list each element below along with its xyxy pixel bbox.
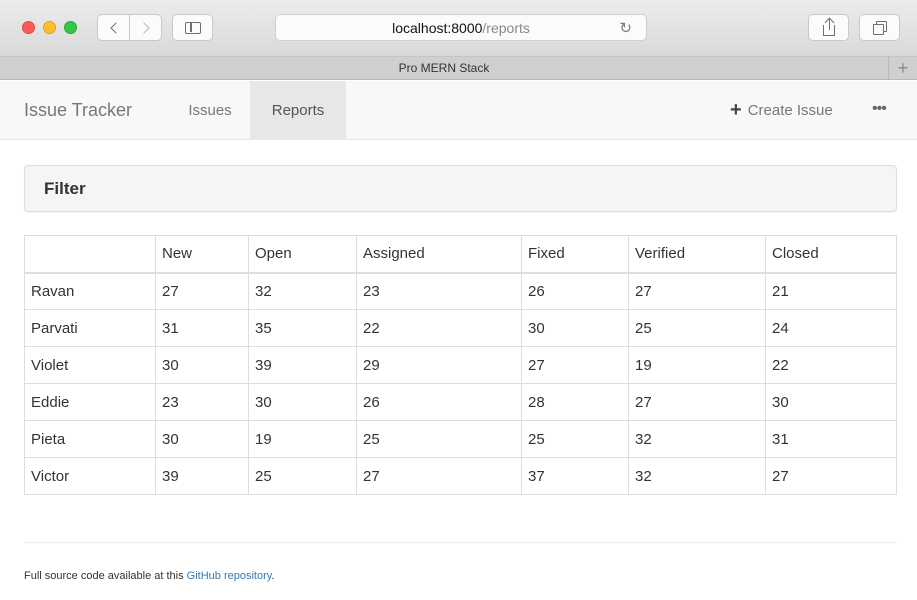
cell-fixed: 37 (521, 457, 629, 495)
cell-new: 30 (155, 420, 249, 458)
cell-verified: 25 (628, 309, 766, 347)
table-row: Pieta 30 19 25 25 32 31 (24, 420, 897, 458)
plus-icon: + (897, 58, 909, 78)
row-owner: Violet (24, 346, 156, 384)
url-path: /reports (482, 19, 530, 36)
chevron-left-icon (109, 21, 122, 34)
cell-fixed: 26 (521, 272, 629, 310)
cell-open: 35 (248, 309, 357, 347)
footer-divider (24, 542, 897, 543)
table-row: Ravan 27 32 23 26 27 21 (24, 272, 897, 310)
sidebar-icon (185, 22, 201, 34)
table-row: Violet 30 39 29 27 19 22 (24, 346, 897, 384)
table-header-new: New (155, 235, 249, 274)
cell-closed: 27 (765, 457, 897, 495)
cell-open: 19 (248, 420, 357, 458)
reload-icon[interactable]: ↻ (619, 19, 632, 37)
table-header-assigned: Assigned (356, 235, 522, 274)
table-header-closed: Closed (765, 235, 897, 274)
chevron-right-icon (137, 21, 150, 34)
sidebar-toggle-button[interactable] (172, 14, 213, 41)
cell-closed: 31 (765, 420, 897, 458)
cell-new: 30 (155, 346, 249, 384)
table-row: Eddie 23 30 26 28 27 30 (24, 383, 897, 421)
nav-item-reports[interactable]: Reports (250, 81, 346, 140)
cell-new: 31 (155, 309, 249, 347)
more-options-icon[interactable]: ••• (872, 81, 887, 140)
cell-assigned: 23 (356, 272, 522, 310)
table-header-open: Open (248, 235, 357, 274)
cell-verified: 32 (628, 420, 766, 458)
brand-title[interactable]: Issue Tracker (24, 81, 132, 140)
browser-titlebar: localhost:8000/reports ↻ (0, 0, 917, 57)
filter-title[interactable]: Filter (44, 166, 86, 211)
table-row: Victor 39 25 27 37 32 27 (24, 457, 897, 495)
table-row: Parvati 31 35 22 30 25 24 (24, 309, 897, 347)
cell-verified: 19 (628, 346, 766, 384)
cell-verified: 32 (628, 457, 766, 495)
cell-closed: 24 (765, 309, 897, 347)
cell-fixed: 28 (521, 383, 629, 421)
plus-icon: + (730, 99, 742, 121)
zoom-window-button[interactable] (64, 21, 77, 34)
nav-item-issues[interactable]: Issues (172, 81, 248, 140)
github-link[interactable]: GitHub repository (187, 570, 272, 582)
tab-title[interactable]: Pro MERN Stack (0, 57, 888, 80)
cell-open: 39 (248, 346, 357, 384)
cell-new: 27 (155, 272, 249, 310)
filter-panel[interactable]: Filter (24, 165, 897, 212)
share-arrow-icon (828, 19, 830, 30)
cell-new: 39 (155, 457, 249, 495)
forward-button[interactable] (130, 15, 161, 40)
table-header-row: New Open Assigned Fixed Verified Closed (24, 235, 897, 274)
minimize-window-button[interactable] (43, 21, 56, 34)
footer: Full source code available at this GitHu… (24, 570, 275, 582)
table-header-owner (24, 235, 156, 274)
cell-open: 32 (248, 272, 357, 310)
show-tabs-button[interactable] (859, 14, 900, 41)
cell-closed: 22 (765, 346, 897, 384)
footer-text: Full source code available at this (24, 570, 184, 582)
create-issue-label: Create Issue (747, 102, 833, 119)
cell-closed: 21 (765, 272, 897, 310)
cell-closed: 30 (765, 383, 897, 421)
footer-period: . (271, 570, 275, 582)
url-host: localhost:8000 (392, 19, 483, 36)
table-header-verified: Verified (628, 235, 766, 274)
address-bar[interactable]: localhost:8000/reports ↻ (275, 14, 647, 41)
history-nav (97, 14, 162, 41)
row-owner: Parvati (24, 309, 156, 347)
cell-verified: 27 (628, 383, 766, 421)
back-button[interactable] (98, 15, 130, 40)
cell-open: 30 (248, 383, 357, 421)
tab-bar: Pro MERN Stack + (0, 57, 917, 80)
cell-assigned: 25 (356, 420, 522, 458)
tabs-icon-back (873, 24, 884, 35)
cell-fixed: 27 (521, 346, 629, 384)
report-table: New Open Assigned Fixed Verified Closed … (24, 235, 897, 495)
share-button[interactable] (808, 14, 849, 41)
cell-assigned: 29 (356, 346, 522, 384)
cell-assigned: 27 (356, 457, 522, 495)
cell-new: 23 (155, 383, 249, 421)
row-owner: Pieta (24, 420, 156, 458)
cell-open: 25 (248, 457, 357, 495)
table-header-fixed: Fixed (521, 235, 629, 274)
row-owner: Victor (24, 457, 156, 495)
cell-assigned: 26 (356, 383, 522, 421)
cell-verified: 27 (628, 272, 766, 310)
row-owner: Ravan (24, 272, 156, 310)
app-navbar: Issue Tracker Issues Reports + Create Is… (0, 81, 917, 140)
new-tab-button[interactable]: + (888, 57, 917, 80)
row-owner: Eddie (24, 383, 156, 421)
cell-assigned: 22 (356, 309, 522, 347)
cell-fixed: 30 (521, 309, 629, 347)
cell-fixed: 25 (521, 420, 629, 458)
close-window-button[interactable] (22, 21, 35, 34)
create-issue-button[interactable]: + Create Issue (730, 81, 833, 140)
